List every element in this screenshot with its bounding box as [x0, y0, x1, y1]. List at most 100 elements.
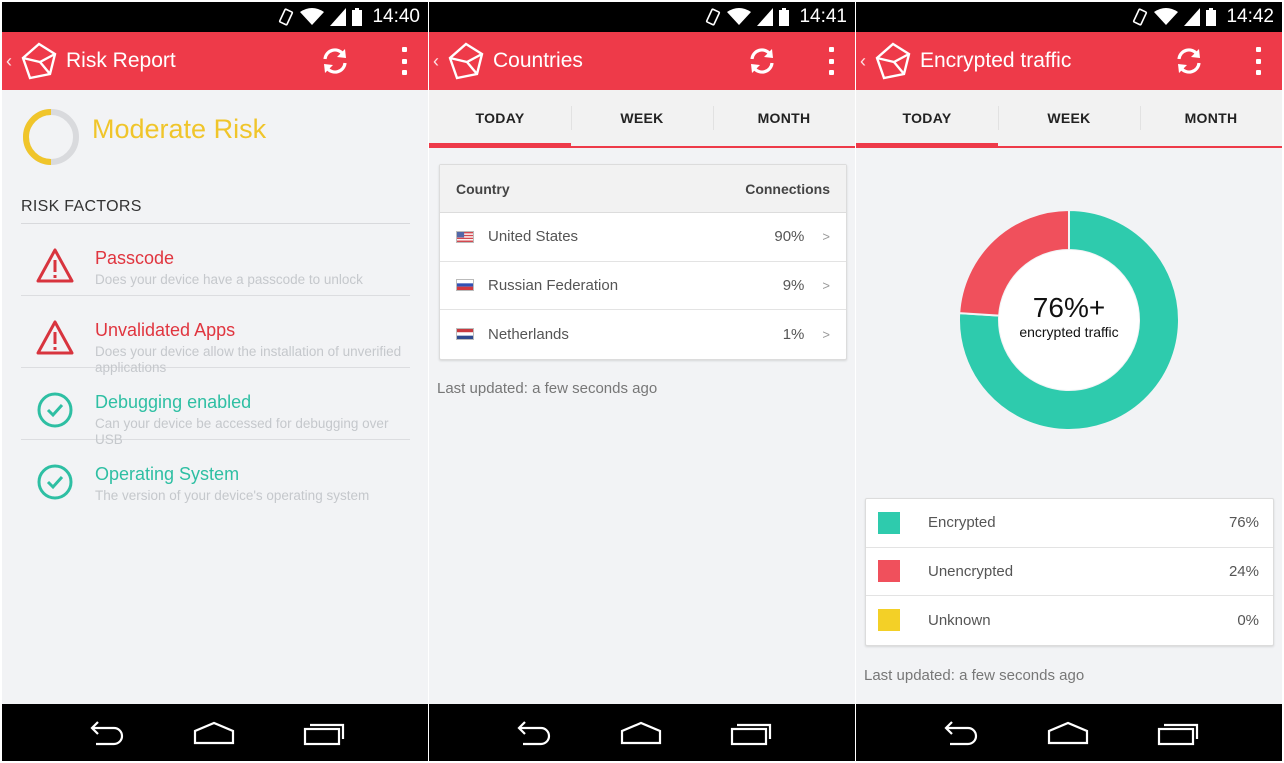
- check-circle-icon: [37, 392, 73, 428]
- chevron-right-icon: >: [822, 229, 830, 245]
- factor-name: Operating System: [95, 464, 240, 484]
- tab-today[interactable]: TODAY: [856, 90, 998, 148]
- app-bar: ‹ Countries: [429, 32, 855, 90]
- us-flag-icon: [456, 230, 474, 243]
- vibrate-icon: [279, 8, 294, 26]
- back-icon[interactable]: [511, 720, 553, 746]
- back-chevron-icon[interactable]: ‹: [6, 51, 16, 72]
- risk-factor-operating-system[interactable]: Operating System The version of your dev…: [21, 440, 410, 512]
- home-icon[interactable]: [1045, 721, 1091, 745]
- app-logo-icon[interactable]: [872, 40, 914, 82]
- legend-swatch: [878, 609, 900, 632]
- connection-percent: 9%: [782, 276, 805, 294]
- countries-table: Country Connections United States 90% > …: [439, 164, 847, 360]
- page-title: Countries: [493, 49, 583, 72]
- check-circle-icon: [37, 464, 73, 500]
- clock: 14:41: [799, 6, 847, 27]
- signal-icon: [1184, 8, 1201, 26]
- page-title: Risk Report: [66, 49, 176, 72]
- last-updated: Last updated: a few seconds ago: [437, 380, 658, 397]
- home-icon[interactable]: [618, 721, 664, 745]
- table-row[interactable]: United States 90% >: [440, 213, 846, 262]
- legend-label: Encrypted: [928, 514, 996, 532]
- tab-month[interactable]: MONTH: [1140, 90, 1282, 146]
- overflow-menu-icon[interactable]: [1254, 47, 1262, 75]
- country-name: United States: [488, 228, 579, 246]
- status-bar: 14:42: [856, 2, 1282, 32]
- legend-label: Unknown: [928, 611, 991, 629]
- factor-name: Unvalidated Apps: [95, 320, 236, 340]
- app-bar: ‹ Encrypted traffic: [856, 32, 1282, 90]
- nl-flag-icon: [456, 328, 474, 341]
- signal-icon: [330, 8, 347, 26]
- risk-factor-debugging[interactable]: Debugging enabled Can your device be acc…: [21, 368, 410, 447]
- connection-percent: 1%: [782, 325, 805, 343]
- risk-factor-unvalidated-apps[interactable]: Unvalidated Apps Does your device allow …: [21, 296, 410, 375]
- battery-icon: [352, 8, 363, 26]
- risk-summary: Moderate Risk: [20, 106, 266, 168]
- status-bar: 14:41: [429, 2, 855, 32]
- legend-swatch: [878, 560, 900, 583]
- tab-today[interactable]: TODAY: [429, 90, 571, 148]
- period-tabs: TODAY WEEK MONTH: [429, 90, 855, 148]
- tab-week[interactable]: WEEK: [571, 90, 713, 146]
- app-bar: ‹ Risk Report: [2, 32, 428, 90]
- clock: 14:40: [372, 6, 420, 27]
- battery-icon: [779, 8, 790, 26]
- period-tabs: TODAY WEEK MONTH: [856, 90, 1282, 148]
- wifi-icon: [1154, 8, 1179, 25]
- recent-apps-icon[interactable]: [729, 720, 773, 746]
- system-nav-bar: [429, 704, 855, 761]
- factor-description: Does your device have a passcode to unlo…: [95, 272, 363, 287]
- last-updated: Last updated: a few seconds ago: [864, 667, 1085, 684]
- signal-icon: [757, 8, 774, 26]
- tab-week[interactable]: WEEK: [998, 90, 1140, 146]
- legend-swatch: [878, 511, 900, 534]
- country-name: Russian Federation: [488, 276, 619, 294]
- legend-percent: 0%: [1237, 611, 1259, 629]
- app-logo-icon[interactable]: [445, 40, 487, 82]
- refresh-icon[interactable]: [747, 46, 777, 76]
- legend-item: Unknown 0%: [866, 596, 1273, 645]
- home-icon[interactable]: [191, 721, 237, 745]
- chevron-right-icon: >: [822, 326, 830, 342]
- back-chevron-icon[interactable]: ‹: [433, 51, 443, 72]
- app-logo-icon[interactable]: [18, 40, 60, 82]
- recent-apps-icon[interactable]: [1156, 720, 1200, 746]
- system-nav-bar: [2, 704, 428, 761]
- ru-flag-icon: [456, 279, 474, 292]
- vibrate-icon: [706, 8, 721, 26]
- connection-percent: 90%: [774, 228, 805, 246]
- table-row[interactable]: Russian Federation 9% >: [440, 262, 846, 310]
- chevron-right-icon: >: [822, 277, 830, 293]
- risk-factor-passcode[interactable]: Passcode Does your device have a passcod…: [21, 224, 410, 296]
- vibrate-icon: [1133, 8, 1148, 26]
- battery-icon: [1206, 8, 1217, 26]
- back-icon[interactable]: [84, 720, 126, 746]
- refresh-icon[interactable]: [320, 46, 350, 76]
- overflow-menu-icon[interactable]: [827, 47, 835, 75]
- page-title: Encrypted traffic: [920, 49, 1072, 72]
- clock: 14:42: [1226, 6, 1274, 27]
- system-nav-bar: [856, 704, 1282, 761]
- overflow-menu-icon[interactable]: [400, 47, 408, 75]
- table-header: Country Connections: [440, 165, 846, 213]
- wifi-icon: [727, 8, 752, 25]
- encryption-donut-chart: 76%+ encrypted traffic: [958, 208, 1180, 431]
- refresh-icon[interactable]: [1174, 46, 1204, 76]
- legend-label: Unencrypted: [928, 562, 1014, 580]
- wifi-icon: [300, 8, 325, 25]
- encrypted-traffic-screen: 14:42 ‹ Encrypted traffic TODAY WEEK MON…: [856, 2, 1282, 761]
- back-chevron-icon[interactable]: ‹: [860, 51, 870, 72]
- country-name: Netherlands: [488, 325, 569, 343]
- legend-percent: 24%: [1228, 562, 1259, 580]
- table-row[interactable]: Netherlands 1% >: [440, 310, 846, 359]
- countries-screen: 14:41 ‹ Countries TODAY WEEK MONTH Count…: [429, 2, 855, 761]
- recent-apps-icon[interactable]: [302, 720, 346, 746]
- risk-report-screen: 14:40 ‹ Risk Report Moderate Risk RISK F…: [2, 2, 428, 761]
- back-icon[interactable]: [938, 720, 980, 746]
- column-country: Country: [456, 180, 510, 197]
- column-connections: Connections: [745, 180, 830, 197]
- tab-month[interactable]: MONTH: [713, 90, 855, 146]
- donut-value: 76%+: [1033, 292, 1105, 323]
